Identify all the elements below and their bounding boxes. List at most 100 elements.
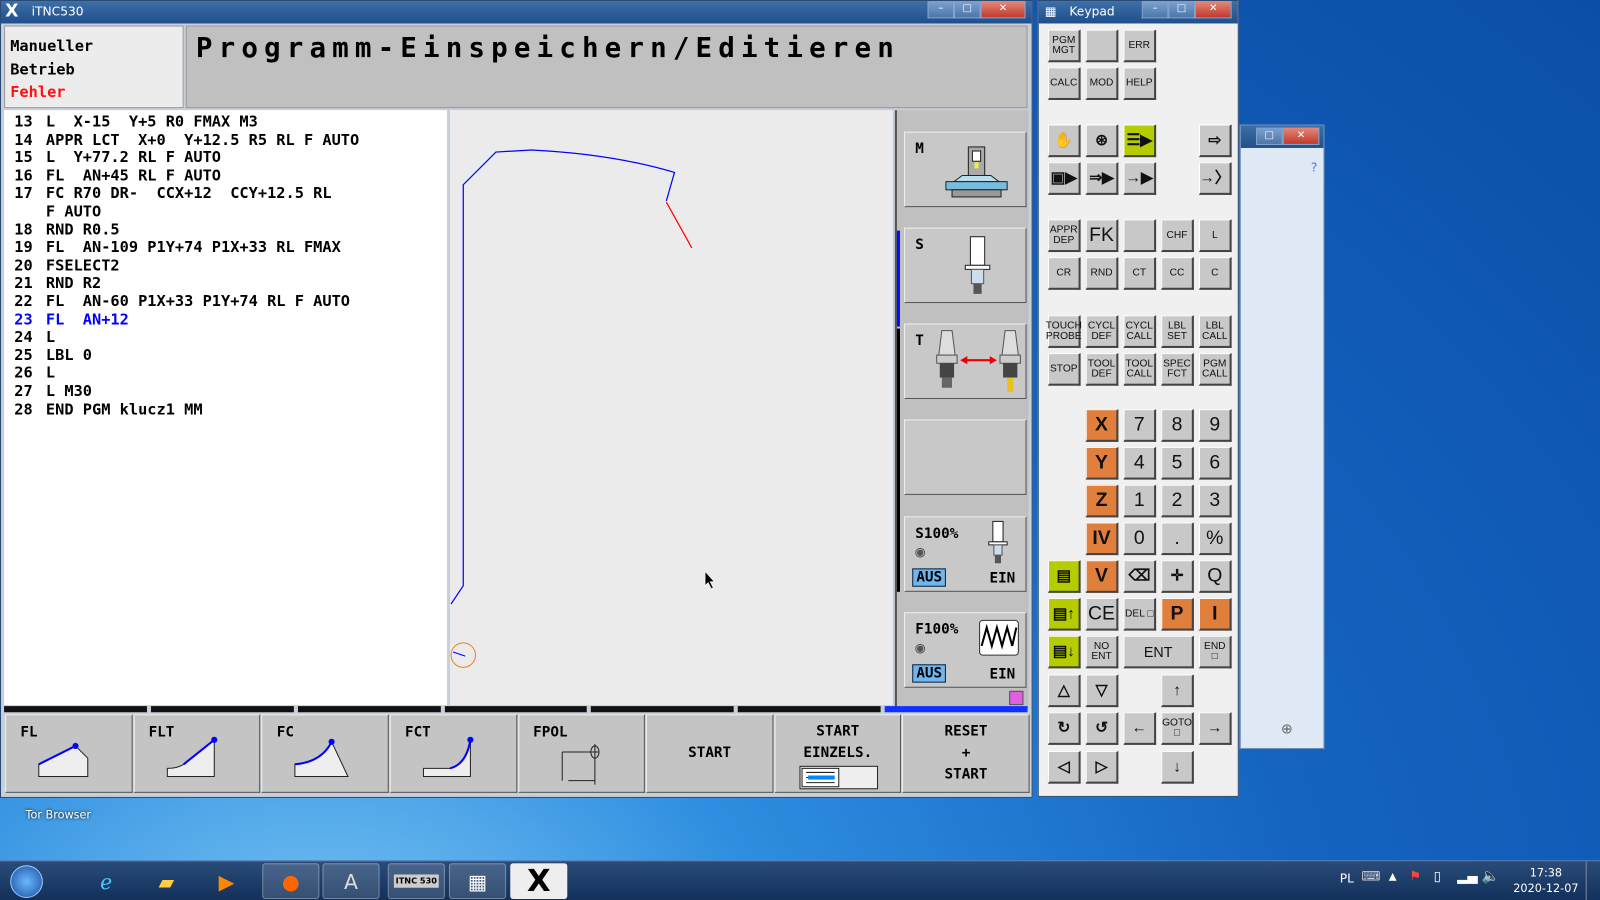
key-v[interactable]: V [1085, 560, 1119, 593]
page-up-key[interactable]: ▤↑ [1047, 597, 1081, 631]
minimize-button[interactable]: – [927, 1, 955, 19]
internet-explorer-icon[interactable]: ℯ [78, 863, 135, 899]
key-cr[interactable]: CR [1047, 257, 1081, 290]
keypad-title-bar[interactable]: ▦ Keypad – □ ✕ [1038, 1, 1238, 24]
key-rnd[interactable]: RND [1085, 257, 1119, 290]
help-icon[interactable]: ? [1311, 160, 1318, 174]
handwheel-key[interactable]: ⊛ [1085, 124, 1119, 158]
key-goto[interactable]: GOTO □ [1161, 712, 1194, 745]
triangle-down-key[interactable]: ▽ [1085, 674, 1119, 708]
softkey-flt[interactable]: FLT [133, 714, 261, 793]
arrow-up-key[interactable]: ↑ [1161, 674, 1194, 708]
actual-position-key[interactable]: ✛ [1161, 560, 1194, 593]
hand-key[interactable]: ✋ [1047, 124, 1081, 158]
clock[interactable]: 17:38 2020-12-07 [1510, 865, 1581, 896]
key-.[interactable]: . [1161, 522, 1194, 556]
program-line[interactable]: 25 LBL 0 [14, 346, 436, 365]
softkey-fct[interactable]: FCT [389, 714, 517, 793]
key-calc[interactable]: CALC [1047, 67, 1081, 100]
test-run-key[interactable]: →▶ [1123, 162, 1157, 195]
key-pgm-call[interactable]: PGM CALL [1198, 353, 1232, 386]
close-button[interactable]: ✕ [1282, 127, 1320, 145]
triangle-up-key[interactable]: △ [1047, 674, 1081, 708]
screen-layout-key[interactable]: ▤ [1047, 560, 1081, 593]
file-explorer-icon[interactable]: ▰ [138, 863, 195, 899]
program-line[interactable]: 19 FL AN-109 P1Y+74 P1X+33 RL FMAX [14, 238, 436, 257]
program-line[interactable]: 24 L [14, 328, 436, 347]
feed-override-softkey[interactable]: F100% ◉ AUS EIN [904, 612, 1027, 688]
program-line[interactable]: 22 FL AN-60 P1X+33 P1Y+74 RL F AUTO [14, 292, 436, 311]
error-indicator[interactable]: Fehler [10, 81, 177, 104]
triangle-right-key[interactable]: ▷ [1085, 751, 1119, 784]
key-cycl-call[interactable]: CYCL CALL [1123, 315, 1157, 348]
zoom-in-icon[interactable]: ⊕ [1281, 721, 1293, 737]
key-cycl-def[interactable]: CYCL DEF [1085, 315, 1119, 348]
maximize-button[interactable]: □ [1168, 1, 1195, 19]
key-del[interactable]: DEL □ [1123, 597, 1157, 631]
key-spec-fct[interactable]: SPEC FCT [1161, 353, 1194, 386]
backspace-key[interactable]: ⌫ [1123, 560, 1157, 593]
key-6[interactable]: 6 [1198, 446, 1232, 480]
key-help[interactable]: HELP [1123, 67, 1157, 100]
empty-softkey[interactable] [904, 419, 1027, 495]
keypad-taskbar-button[interactable]: ▦ [448, 863, 507, 899]
itnc-title-bar[interactable]: X iTNC530 – □ ✕ [1, 1, 1032, 24]
maximize-button[interactable]: □ [954, 1, 981, 19]
key-z[interactable]: Z [1085, 484, 1119, 518]
text-editor-icon[interactable]: A [322, 863, 380, 899]
key-appr-dep[interactable]: APPR DEP [1047, 219, 1081, 253]
key-pgm-mgt[interactable]: PGM MGT [1047, 29, 1081, 63]
program-line[interactable]: 27 L M30 [14, 382, 436, 401]
program-line[interactable]: 21 RND R2 [14, 274, 436, 293]
key-7[interactable]: 7 [1123, 409, 1157, 442]
key-ct[interactable]: CT [1123, 257, 1157, 290]
show-desktop-button[interactable] [1585, 861, 1600, 900]
key-8[interactable]: 8 [1161, 409, 1194, 442]
key-lbl-set[interactable]: LBL SET [1161, 315, 1194, 348]
program-line[interactable]: 14 APPR LCT X+0 Y+12.5 R5 RL F AUTO [14, 130, 436, 149]
program-line[interactable]: 23 FL AN+12 [14, 310, 436, 329]
start-button[interactable] [0, 863, 53, 899]
arrow-right-key[interactable]: → [1198, 712, 1232, 745]
key-chf[interactable]: CHF [1161, 219, 1194, 253]
language-indicator[interactable]: PL [1340, 871, 1354, 885]
tool-change-softkey-t[interactable]: T [904, 323, 1027, 399]
maximize-button[interactable]: □ [1256, 127, 1283, 145]
close-button[interactable]: ✕ [980, 1, 1026, 19]
show-hidden-icons[interactable]: ▲ [1389, 871, 1397, 882]
program-line[interactable]: 28 END PGM klucz1 MM [14, 400, 436, 419]
key-p[interactable]: P [1161, 597, 1194, 631]
minimize-button[interactable]: – [1141, 1, 1169, 19]
key-1[interactable]: 1 [1123, 484, 1157, 518]
key-9[interactable]: 9 [1198, 409, 1232, 442]
key-ce[interactable]: CE [1085, 597, 1119, 631]
key-lbl-call[interactable]: LBL CALL [1198, 315, 1232, 348]
spindle-override-softkey[interactable]: S100% ◉ AUS EIN [904, 516, 1027, 592]
key-5[interactable]: 5 [1161, 446, 1194, 480]
power-icon[interactable]: ▯ [1434, 869, 1441, 884]
key-err[interactable]: ERR [1123, 29, 1157, 63]
media-player-icon[interactable]: ▶ [198, 863, 255, 899]
program-line[interactable]: 13 L X-15 Y+5 R0 FMAX M3 [14, 112, 436, 131]
key-no-ent[interactable]: NO ENT [1085, 635, 1119, 669]
key-c[interactable]: C [1198, 257, 1232, 290]
program-line[interactable]: 15 L Y+77.2 RL F AUTO [14, 148, 436, 167]
key-tool-def[interactable]: TOOL DEF [1085, 353, 1119, 386]
key-i[interactable]: I [1198, 597, 1232, 631]
triangle-left-key[interactable]: ◁ [1047, 751, 1081, 784]
spindle-softkey-s[interactable]: S [904, 227, 1027, 304]
program-line[interactable]: 20 FSELECT2 [14, 256, 436, 275]
page-down-key[interactable]: ▤↓ [1047, 635, 1081, 669]
palette-icon[interactable] [1009, 690, 1024, 706]
key-mod[interactable]: MOD [1085, 67, 1119, 100]
network-icon[interactable]: ▂▄ [1457, 869, 1477, 884]
key-ent[interactable]: ENT [1123, 635, 1194, 669]
program-line[interactable]: 16 FL AN+45 RL F AUTO [14, 166, 436, 185]
program-run-single-key[interactable]: ▣▶ [1047, 162, 1081, 195]
keyboard-icon[interactable]: ⌨ [1361, 869, 1380, 884]
softkey-start-einzels[interactable]: START EINZELS. [774, 714, 902, 793]
program-run-key[interactable]: ☰▶ [1123, 124, 1157, 158]
position-key[interactable]: ⇨ [1198, 124, 1232, 158]
background-window-title-bar[interactable]: □ ✕ [1240, 125, 1324, 148]
key-%[interactable]: % [1198, 522, 1232, 556]
